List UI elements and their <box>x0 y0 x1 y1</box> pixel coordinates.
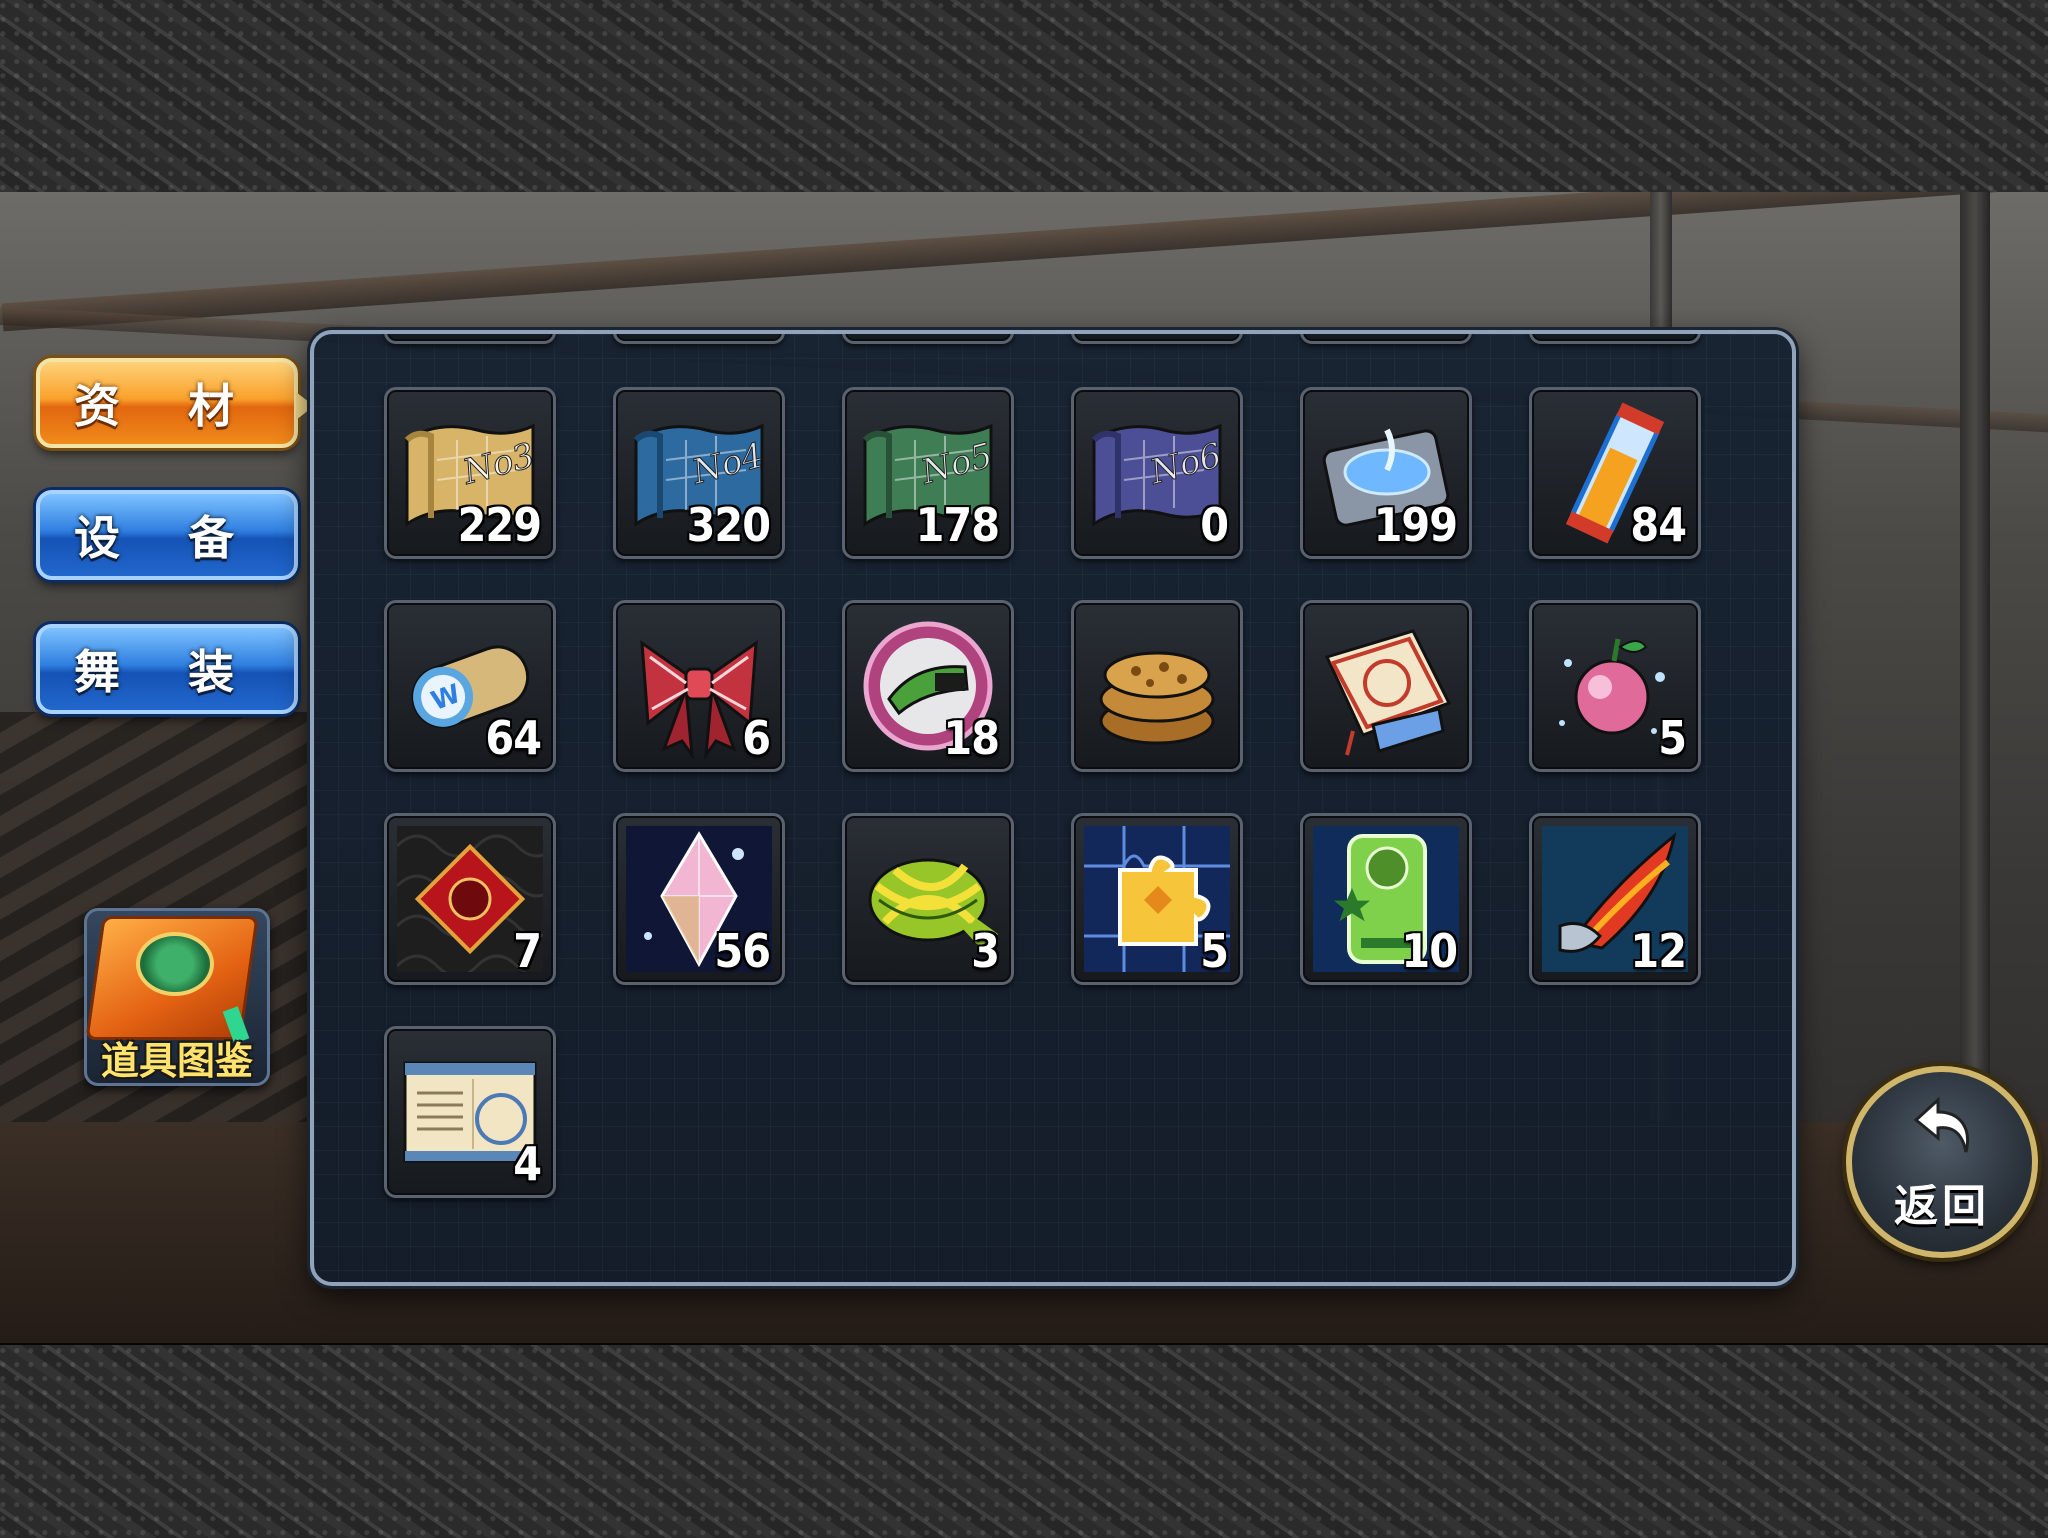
tab-rigging[interactable]: 舞 装 <box>36 624 298 714</box>
item-count: 0 <box>1200 498 1229 552</box>
material-green-icon <box>397 330 543 331</box>
item-count: 64 <box>485 711 542 765</box>
tab-materials[interactable]: 资 材 <box>36 358 314 448</box>
item-count: 5 <box>1200 924 1229 978</box>
inventory-slot[interactable] <box>1300 600 1472 772</box>
inventory-slot[interactable]: 6 <box>613 600 785 772</box>
inventory-slot[interactable]: 7 <box>384 813 556 985</box>
item-count: 5 <box>1658 711 1687 765</box>
comic-background-bottom <box>0 1343 2048 1538</box>
comic-background-top <box>0 0 2048 194</box>
inventory-slot[interactable]: 10 <box>1300 813 1472 985</box>
item-count: 91 <box>1172 334 1229 337</box>
tab-equipment[interactable]: 设 备 <box>36 490 298 580</box>
item-count: 7 <box>513 924 542 978</box>
inventory-slot[interactable]: 199 <box>1300 387 1472 559</box>
item-count: 18 <box>943 711 1000 765</box>
return-label: 返回 <box>1894 1181 1990 1232</box>
material-paper-icon <box>855 330 1001 331</box>
item-count: 12 <box>1630 924 1687 978</box>
inventory-slot[interactable]: W 64 <box>384 600 556 772</box>
book-emblem <box>136 932 214 996</box>
return-arrow-icon <box>1913 1096 1969 1153</box>
inventory-slot[interactable]: No6 0 <box>1071 387 1243 559</box>
material-dark-icon <box>626 330 772 331</box>
material-scroll-icon <box>1542 330 1688 331</box>
inventory-grid: 62167393917585No3229No4320No5178No601998… <box>314 334 1792 1282</box>
item-count: 62 <box>485 334 542 337</box>
item-count: 84 <box>1630 498 1687 552</box>
item-count: 320 <box>686 498 771 552</box>
item-count: 56 <box>714 924 771 978</box>
item-count: 167 <box>687 334 771 337</box>
inventory-slot[interactable]: 62 <box>384 330 556 344</box>
inventory-slot[interactable]: 3 <box>842 813 1014 985</box>
item-count: 178 <box>915 498 1000 552</box>
inventory-slot[interactable]: 85 <box>1529 330 1701 344</box>
inventory-slot[interactable]: 5 <box>1071 813 1243 985</box>
inventory-slot[interactable]: 5 <box>1529 600 1701 772</box>
inventory-slot[interactable]: 75 <box>1300 330 1472 344</box>
item-count: 4 <box>513 1137 542 1191</box>
item-count: 10 <box>1401 924 1458 978</box>
certificate-book-icon <box>1313 613 1459 759</box>
item-count: 75 <box>1401 334 1458 337</box>
item-count: 85 <box>1630 334 1687 337</box>
return-button[interactable]: 返回 <box>1846 1066 2038 1258</box>
item-count: 229 <box>457 498 542 552</box>
inventory-slot[interactable]: 84 <box>1529 387 1701 559</box>
inventory-slot[interactable] <box>1071 600 1243 772</box>
inventory-slot[interactable]: 56 <box>613 813 785 985</box>
item-encyclopedia-button[interactable]: 道具图鉴 <box>84 908 270 1086</box>
inventory-panel[interactable]: 62167393917585No3229No4320No5178No601998… <box>310 330 1796 1286</box>
item-count: 393 <box>916 334 1000 337</box>
inventory-slot[interactable]: 12 <box>1529 813 1701 985</box>
material-scroll-icon <box>1313 330 1459 331</box>
inventory-slot[interactable]: 4 <box>384 1026 556 1198</box>
material-blue-shard-icon <box>1084 330 1230 331</box>
inventory-slot[interactable]: 18 <box>842 600 1014 772</box>
inventory-slot[interactable]: 393 <box>842 330 1014 344</box>
item-count: 199 <box>1373 498 1458 552</box>
item-count: 6 <box>742 711 771 765</box>
item-count: 3 <box>971 924 1000 978</box>
ceiling-beam <box>1 192 2047 332</box>
inventory-slot[interactable]: No3 229 <box>384 387 556 559</box>
cookies-icon <box>1084 613 1230 759</box>
inventory-slot[interactable]: No4 320 <box>613 387 785 559</box>
inventory-slot[interactable]: 91 <box>1071 330 1243 344</box>
encyclopedia-label: 道具图鉴 <box>100 1039 253 1083</box>
inventory-slot[interactable]: 167 <box>613 330 785 344</box>
inventory-slot[interactable]: No5 178 <box>842 387 1014 559</box>
